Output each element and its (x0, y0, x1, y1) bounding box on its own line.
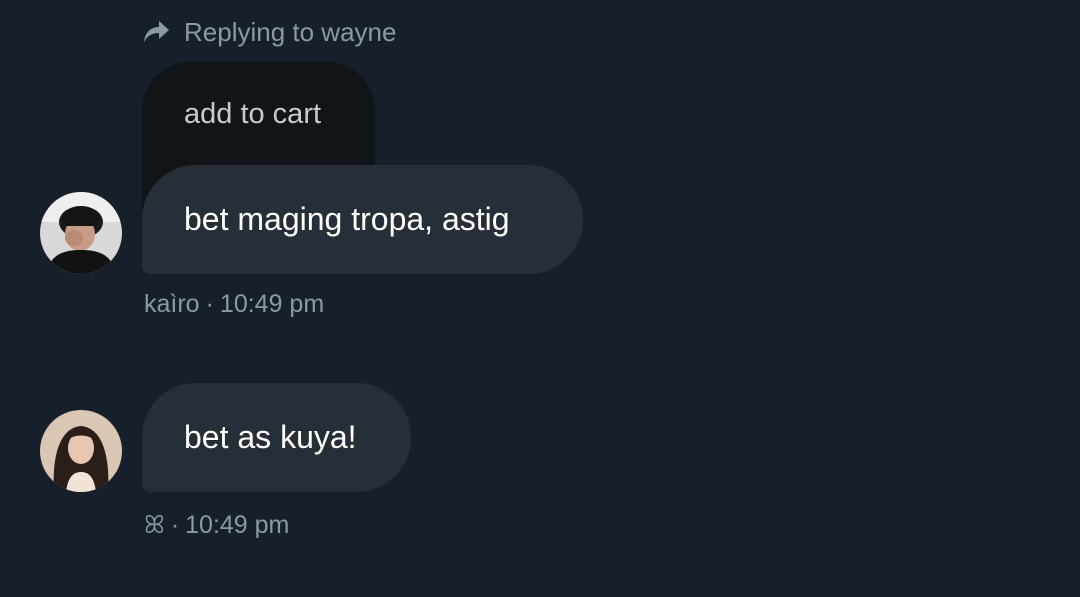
dm-conversation: Replying to wayne add to cart bet maging… (0, 0, 1080, 597)
avatar[interactable] (40, 192, 122, 274)
timestamp: 10:49 pm (185, 511, 290, 539)
sender-name: kaìro (144, 290, 200, 318)
timestamp: 10:49 pm (219, 290, 325, 318)
sender-name: ꕤ (144, 511, 165, 539)
message-bubble[interactable]: bet as kuya! (142, 383, 411, 492)
reply-arrow-icon (140, 16, 172, 48)
reply-label: Replying to wayne (184, 16, 397, 47)
avatar[interactable] (40, 410, 122, 492)
message-text: bet as kuya! (184, 419, 357, 455)
message-bubble[interactable]: bet maging tropa, astig (142, 165, 583, 274)
message-meta: kaìro · 10:49 pm (144, 290, 324, 319)
meta-separator: · (170, 511, 180, 539)
message-meta: ꕤ · 10:49 pm (144, 511, 289, 540)
reply-context[interactable]: Replying to wayne (140, 14, 396, 50)
quoted-message-text: add to cart (184, 98, 322, 130)
meta-separator: · (205, 290, 214, 318)
message-text: bet maging tropa, astig (184, 201, 510, 237)
